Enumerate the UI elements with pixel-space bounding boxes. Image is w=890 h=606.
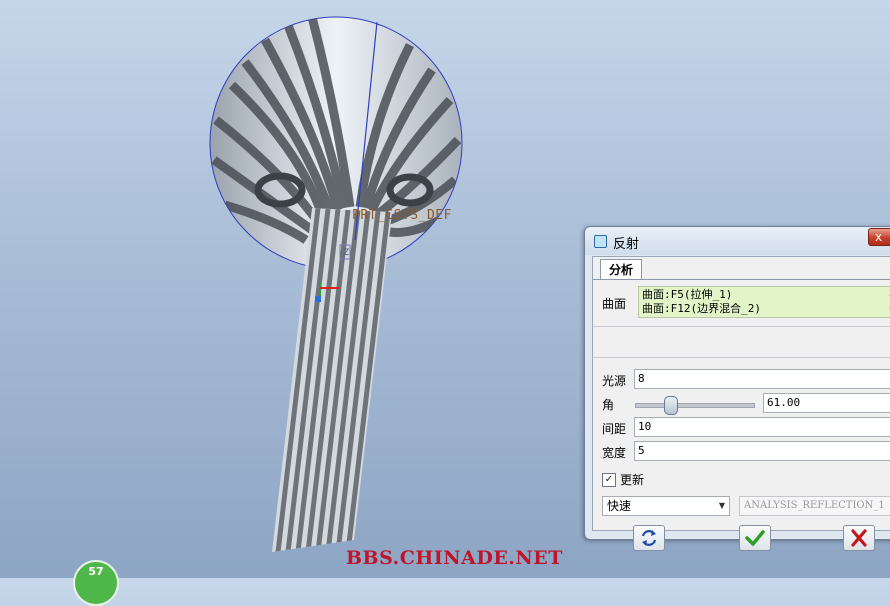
update-checkbox[interactable]: ✓	[602, 473, 616, 487]
cancel-x-icon	[851, 529, 867, 547]
chevron-down-icon[interactable]: ▼	[719, 497, 725, 515]
surfaces-label: 曲面	[602, 297, 627, 311]
width-label: 宽度	[602, 446, 627, 460]
list-item[interactable]: 曲面:F5(拉伸_1)	[642, 288, 890, 302]
axis-marker: Z	[343, 248, 350, 258]
light-source-value: 8	[638, 372, 645, 385]
dialog-titlebar[interactable]: 反射 x	[585, 227, 890, 255]
divider	[593, 326, 890, 327]
tab-divider	[593, 279, 890, 280]
list-item[interactable]: 曲面:F12(边界混合_2)	[642, 302, 890, 316]
cancel-button[interactable]	[843, 525, 875, 551]
angle-value: 61.00	[767, 396, 801, 409]
watermark: BBS.CHINADE.NET	[346, 547, 563, 569]
refresh-button[interactable]	[633, 525, 665, 551]
analysis-name-field: ANALYSIS_REFLECTION_1	[739, 496, 890, 516]
ok-check-icon	[745, 530, 765, 546]
csys-label: PRT_CSYS_DEF	[352, 208, 452, 223]
spacing-value: 10	[638, 420, 652, 433]
close-button[interactable]: x	[868, 228, 890, 246]
width-value: 5	[638, 444, 645, 457]
notification-badge[interactable]: 57	[73, 560, 119, 606]
angle-slider-thumb[interactable]	[664, 396, 679, 415]
angle-field[interactable]: 61.00	[763, 393, 890, 413]
dialog-box-icon	[594, 235, 607, 248]
spacing-label: 间距	[602, 422, 627, 436]
spacing-field[interactable]: 10	[634, 417, 890, 437]
width-field[interactable]: 5	[634, 441, 890, 461]
divider	[593, 357, 890, 358]
angle-label: 角	[602, 398, 615, 412]
ok-button[interactable]	[739, 525, 771, 551]
mode-select-value: 快速	[607, 499, 632, 513]
mode-select[interactable]: 快速 ▼	[602, 496, 730, 516]
dialog-body: 分析 曲面 曲面:F5(拉伸_1) 曲面:F12(边界混合_2) ▲ ▼ 光源 …	[592, 256, 890, 551]
light-source-label: 光源	[602, 374, 627, 388]
dialog-title: 反射	[613, 237, 640, 252]
surfaces-list[interactable]: 曲面:F5(拉伸_1) 曲面:F12(边界混合_2) ▲ ▼	[638, 286, 890, 318]
tab-analysis[interactable]: 分析	[600, 259, 643, 280]
light-source-field[interactable]: 8	[634, 369, 890, 389]
reflection-dialog: 反射 x 分析 曲面 曲面:F5(拉伸_1) 曲面:F12(边界混合_2) ▲ …	[584, 226, 890, 551]
angle-slider-track[interactable]	[635, 403, 755, 408]
refresh-icon	[641, 530, 657, 546]
update-label[interactable]: 更新	[620, 471, 644, 488]
